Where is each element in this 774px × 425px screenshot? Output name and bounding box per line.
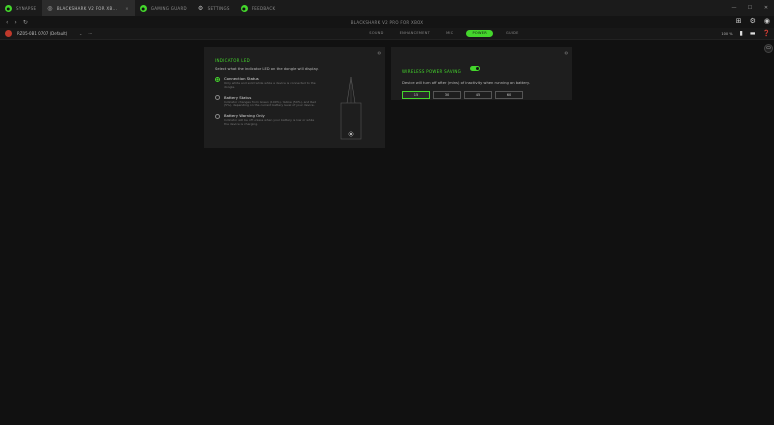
headset-icon: ◎	[47, 4, 53, 12]
minimize-icon[interactable]: —	[726, 5, 742, 11]
tab-label: BLACKSHARK V2 FOR XB...	[56, 5, 118, 11]
gear-icon: ⚙	[197, 4, 204, 12]
app-tab-bar: ● SYNAPSE ◎ BLACKSHARK V2 FOR XB... ✕ ● …	[0, 0, 774, 16]
razer-logo-icon: ●	[5, 4, 12, 12]
info-icon[interactable]: ◍	[565, 50, 569, 55]
maximize-icon[interactable]: ☐	[742, 5, 758, 11]
tab-label: SYNAPSE	[16, 5, 37, 11]
indicator-led-description: Select what the indicator LED on the don…	[215, 67, 319, 71]
wireless-power-saving-description: Device will turn off after (mins) of ina…	[402, 81, 530, 85]
razer-logo-icon: ●	[139, 4, 147, 12]
tab-label: GAMING GUARD	[150, 5, 187, 11]
radio-connection-status[interactable]	[215, 76, 220, 82]
subtab-sound[interactable]: SOUND	[366, 30, 386, 37]
window-controls: — ☐ ✕	[726, 0, 774, 16]
timeout-30-button[interactable]: 30	[433, 91, 461, 99]
indicator-led-panel: ◍ INDICATOR LED Select what the indicato…	[204, 47, 385, 148]
wireless-power-saving-panel: ◍ WIRELESS POWER SAVING Device will turn…	[391, 47, 572, 100]
razer-logo-icon: ●	[240, 4, 248, 12]
subtab-guide[interactable]: GUIDE	[503, 30, 522, 37]
subtab-mic[interactable]: MIC	[443, 30, 456, 37]
tab-gaming-guard[interactable]: ● GAMING GUARD	[135, 0, 193, 16]
timeout-options: 15 30 45 60	[402, 91, 567, 99]
device-subtabs: SOUND ENHANCEMENT MIC POWER GUIDE	[0, 30, 774, 37]
option-description: Indicator will be off unless when your b…	[224, 118, 315, 126]
device-bar: RZ05-0B1 0707 (Default) ⌄ ··· SOUND ENHA…	[0, 28, 774, 40]
wireless-power-saving-title: WIRELESS POWER SAVING	[402, 69, 462, 74]
account-icon[interactable]: ◉	[764, 17, 770, 25]
close-tab-icon[interactable]: ✕	[125, 6, 129, 11]
device-status: 100 % ▮ ▬ ❓	[721, 30, 770, 37]
timeout-15-button[interactable]: 15	[402, 91, 430, 99]
option-label: Battery Status	[224, 94, 252, 100]
timeout-45-button[interactable]: 45	[464, 91, 492, 99]
keyboard-icon[interactable]: ▬	[750, 30, 756, 37]
indicator-led-title: INDICATOR LED	[215, 58, 251, 63]
battery-icon: ▮	[739, 30, 743, 37]
wireless-power-saving-toggle[interactable]	[470, 66, 481, 71]
close-icon[interactable]: ✕	[758, 5, 774, 11]
tab-feedback[interactable]: ● FEEDBACK	[236, 0, 282, 16]
tab-label: SETTINGS	[207, 5, 230, 11]
dongle-illustration	[340, 76, 362, 140]
tab-settings[interactable]: ⚙ SETTINGS	[193, 0, 236, 16]
option-description: Only white and solid while while a devic…	[224, 81, 316, 89]
help-icon[interactable]: ❓	[763, 30, 770, 37]
battery-percent: 100 %	[721, 31, 733, 36]
timeout-60-button[interactable]: 60	[495, 91, 523, 99]
info-icon[interactable]: ◍	[378, 50, 382, 55]
subtab-power[interactable]: POWER	[466, 30, 493, 37]
side-panel-icon[interactable]: ▭	[764, 44, 773, 53]
radio-battery-warning[interactable]	[215, 113, 220, 119]
subtab-enhancement[interactable]: ENHANCEMENT	[397, 30, 433, 37]
nav-right-icons: ⊞ ⚙ ◉	[736, 17, 770, 25]
option-description: Indicator changes from Green (100%), Yel…	[224, 99, 316, 108]
window-title: BLACKSHARK V2 PRO FOR XBOX	[350, 20, 424, 25]
tab-device[interactable]: ◎ BLACKSHARK V2 FOR XB... ✕	[42, 0, 135, 16]
radio-battery-status[interactable]	[215, 95, 220, 101]
tab-synapse[interactable]: ● SYNAPSE	[0, 0, 42, 16]
grid-icon[interactable]: ⊞	[736, 17, 742, 25]
tab-label: FEEDBACK	[251, 5, 276, 11]
settings-icon[interactable]: ⚙	[750, 17, 756, 25]
nav-bar: ‹ › ↻ BLACKSHARK V2 PRO FOR XBOX ⊞ ⚙ ◉	[0, 16, 774, 28]
